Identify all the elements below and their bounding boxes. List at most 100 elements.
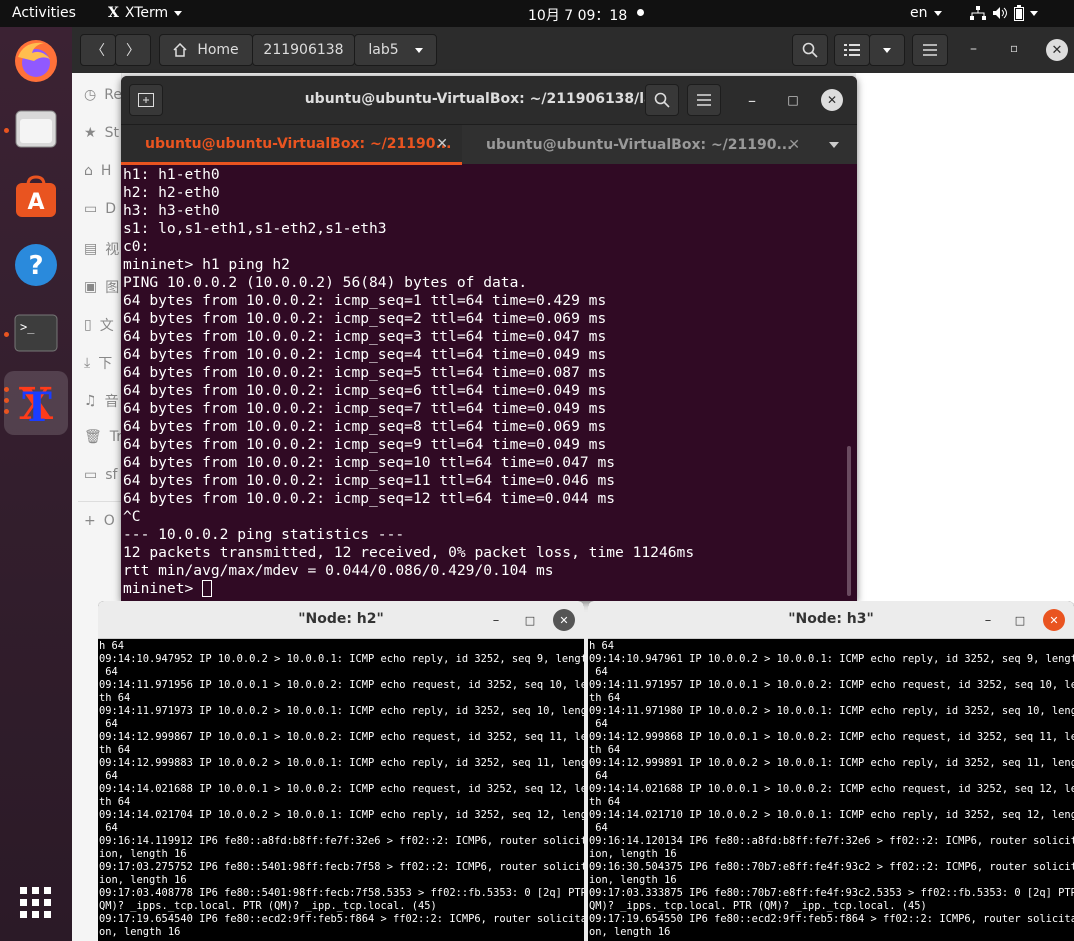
- output-line: th 64: [589, 744, 621, 756]
- output-line: h2: h2-eth0: [123, 184, 220, 201]
- sidebar-label: Re: [104, 87, 122, 103]
- battery-icon: [1014, 5, 1024, 21]
- sidebar-label: 文: [99, 318, 114, 334]
- xterm-h2-close-button[interactable]: ✕: [553, 609, 575, 631]
- files-launcher[interactable]: [10, 103, 62, 155]
- path-home-button[interactable]: Home: [159, 34, 253, 66]
- output-line: 09:14:14.021688 IP 10.0.0.1 > 10.0.0.2: …: [589, 783, 1074, 795]
- output-line: 64 bytes from 10.0.0.2: icmp_seq=7 ttl=6…: [123, 400, 607, 417]
- terminal-output[interactable]: h1: h1-eth0 h2: h2-eth0 h3: h3-eth0 s1: lo,…: [123, 166, 843, 601]
- sidebar-item-downloads[interactable]: ⤓ 下: [84, 353, 112, 373]
- menu-button[interactable]: [912, 34, 948, 66]
- terminal-scrollbar[interactable]: [847, 446, 851, 596]
- terminal-tab-1[interactable]: ubuntu@ubuntu-VirtualBox: ~/21190... ✕: [121, 125, 462, 165]
- tab-close-icon[interactable]: ✕: [436, 136, 448, 152]
- sidebar-label: St: [104, 125, 119, 141]
- terminal-close-button[interactable]: ✕: [821, 89, 843, 111]
- xterm-h2-titlebar: "Node: h2" – □ ✕: [98, 601, 584, 639]
- sidebar-item-pictures[interactable]: ▣ 图: [84, 277, 119, 297]
- minimize-button[interactable]: –: [970, 41, 977, 57]
- output-line: PING 10.0.0.2 (10.0.0.2) 56(84) bytes of…: [123, 274, 528, 291]
- trash-icon: 🗑: [84, 429, 102, 445]
- output-line: ion, length 16: [589, 874, 677, 886]
- output-line: ion, length 16: [589, 848, 677, 860]
- output-line: c0:: [123, 238, 150, 255]
- activities-button[interactable]: Activities: [12, 5, 76, 21]
- text-cursor: [202, 580, 213, 597]
- hamburger-icon: [923, 44, 937, 56]
- tab-list-chevron-icon[interactable]: [829, 142, 839, 148]
- language-indicator[interactable]: en: [910, 5, 942, 21]
- search-icon: [802, 42, 818, 58]
- firefox-launcher[interactable]: [10, 35, 62, 87]
- running-indicator: [4, 409, 9, 414]
- volume-icon: [993, 7, 1007, 19]
- path-segment-button[interactable]: 211906138: [252, 34, 355, 66]
- xterm-h3-minimize-button[interactable]: –: [977, 609, 999, 631]
- view-options-button[interactable]: [869, 34, 905, 66]
- xterm-node-h3-window: "Node: h3" – □ ✕ h 64 09:14:10.947961 IP …: [588, 601, 1074, 941]
- terminal-icon: >_: [14, 314, 58, 352]
- output-line: 09:14:14.021704 IP 10.0.0.2 > 10.0.0.1: …: [99, 809, 584, 821]
- xterm-launcher[interactable]: XT: [4, 371, 68, 435]
- xterm-h3-maximize-button[interactable]: □: [1009, 609, 1031, 631]
- output-line: th 64: [589, 692, 621, 704]
- terminal-search-button[interactable]: [645, 84, 679, 116]
- output-line: 09:14:14.021710 IP 10.0.0.2 > 10.0.0.1: …: [589, 809, 1074, 821]
- xterm-h2-minimize-button[interactable]: –: [485, 609, 507, 631]
- maximize-button[interactable]: ▫: [1010, 41, 1018, 55]
- show-apps-button[interactable]: [10, 877, 62, 929]
- output-line: 09:14:11.971973 IP 10.0.0.2 > 10.0.0.1: …: [99, 705, 584, 717]
- tab-close-icon[interactable]: ✕: [788, 137, 800, 153]
- sidebar-item-videos[interactable]: ▤ 视: [84, 239, 119, 259]
- clock[interactable]: 10月 7 09：18: [528, 5, 627, 25]
- xterm-h3-close-button[interactable]: ✕: [1043, 609, 1065, 631]
- sidebar-item-other-locations[interactable]: + O: [84, 513, 115, 529]
- search-button[interactable]: [792, 34, 828, 66]
- forward-button[interactable]: 〉: [115, 34, 151, 66]
- list-view-button[interactable]: [834, 34, 870, 66]
- terminal-launcher[interactable]: >_: [10, 307, 62, 359]
- app-menu-label: XTerm: [124, 5, 169, 21]
- app-menu[interactable]: X XTerm: [108, 5, 183, 21]
- xterm-h2-output[interactable]: h 64 09:14:10.947952 IP 10.0.0.2 > 10.0.0…: [98, 640, 584, 939]
- back-button[interactable]: 〈: [80, 34, 116, 66]
- software-launcher[interactable]: A: [10, 171, 62, 223]
- output-line: 09:14:11.971980 IP 10.0.0.2 > 10.0.0.1: …: [589, 705, 1074, 717]
- sidebar-item-starred[interactable]: ★ St: [84, 125, 119, 141]
- sidebar-item-recent[interactable]: ◷ Re: [84, 87, 122, 103]
- sidebar-item-trash[interactable]: 🗑 Tr: [84, 429, 122, 445]
- output-line: th 64: [99, 692, 131, 704]
- output-line: 09:14:12.999883 IP 10.0.0.2 > 10.0.0.1: …: [99, 757, 584, 769]
- chevron-down-icon: [174, 10, 183, 16]
- terminal-minimize-button[interactable]: –: [735, 84, 769, 116]
- output-line: 09:14:14.021688 IP 10.0.0.1 > 10.0.0.2: …: [99, 783, 584, 795]
- sidebar-item-music[interactable]: ♫ 音: [84, 391, 119, 411]
- terminal-menu-button[interactable]: [687, 84, 721, 116]
- system-tray[interactable]: [970, 5, 1038, 21]
- sidebar-item-desktop[interactable]: ▭ D: [84, 201, 116, 217]
- output-line: 09:17:03.333875 IP6 fe80::70b7:e8ff:fe4f…: [589, 887, 1074, 899]
- terminal-titlebar: ubuntu@ubuntu-VirtualBox: ~/211906138/la…: [121, 76, 857, 124]
- help-launcher[interactable]: ?: [10, 239, 62, 291]
- path-current-button[interactable]: lab5: [354, 34, 437, 66]
- sidebar-item-documents[interactable]: ▯ 文: [84, 315, 114, 335]
- software-store-icon: A: [16, 175, 56, 217]
- output-line: on, length 16: [589, 926, 671, 938]
- chevron-right-icon: 〉: [126, 43, 140, 59]
- path-current-label: lab5: [368, 42, 399, 58]
- xterm-h3-output[interactable]: h 64 09:14:10.947961 IP 10.0.0.2 > 10.0.0…: [588, 640, 1074, 939]
- files-content[interactable]: [856, 73, 1074, 603]
- xterm-small-icon: X: [108, 5, 119, 21]
- close-button[interactable]: ✕: [1046, 39, 1068, 61]
- output-line: QM)? _ipps._tcp.local. PTR (QM)? _ipp._t…: [589, 900, 927, 912]
- terminal-maximize-button[interactable]: □: [776, 84, 810, 116]
- svg-text:>_: >_: [20, 320, 35, 334]
- sidebar-item-sf[interactable]: ▭ sf: [84, 467, 117, 483]
- output-line: 09:16:14.120134 IP6 fe80::a8fd:b8ff:fe7f…: [589, 835, 1074, 847]
- sidebar-item-home[interactable]: ⌂ H: [84, 163, 111, 179]
- xterm-icon: XT: [19, 379, 54, 427]
- xterm-h2-maximize-button[interactable]: □: [519, 609, 541, 631]
- prompt-text: mininet>: [123, 580, 203, 597]
- terminal-tab-2[interactable]: ubuntu@ubuntu-VirtualBox: ~/21190... ✕: [462, 125, 806, 165]
